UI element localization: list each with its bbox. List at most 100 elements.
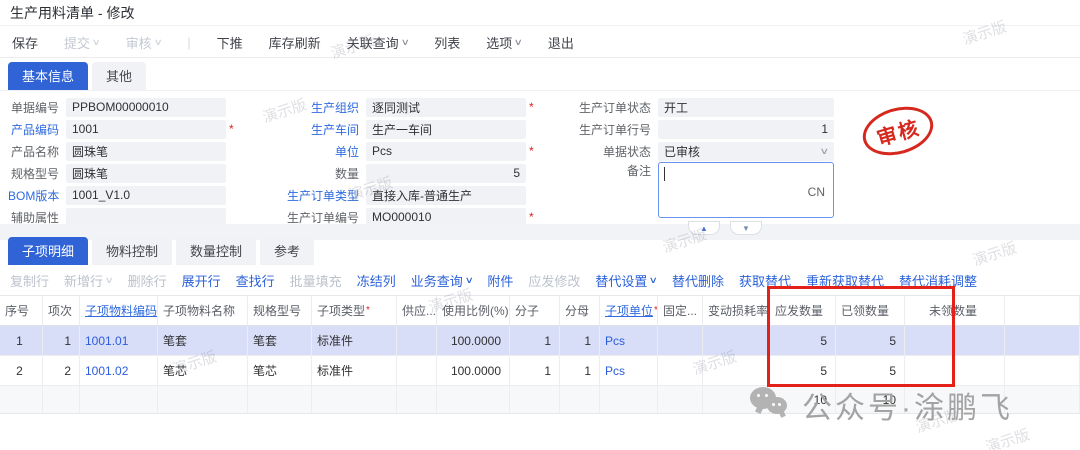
detail-toolbar-item-10[interactable]: 替代设置∨ [595,271,657,290]
grid-header-cell-15[interactable]: 未领数量 [905,296,1005,325]
field-label: 辅助属性 [8,209,66,226]
grid-header-cell-13[interactable]: 应发数量 [770,296,836,325]
field-input-1-2[interactable]: Pcs [366,142,526,161]
toolbar-item-7[interactable]: 列表 [434,33,460,52]
field-input-0-0[interactable]: PPBOM00000010 [66,98,226,117]
field-input-2-3[interactable]: CN [658,162,834,218]
table-cell-0-5: 标准件 [312,326,397,355]
app-window: 生产用料清单 - 修改 保存提交∨审核∨|下推库存刷新关联查询∨列表选项∨退出 … [0,0,1080,450]
table-cell-1-2[interactable]: 1001.02 [80,356,158,385]
grid-header-cell-8[interactable]: 分子 [510,296,560,325]
table-cell-1-4: 笔芯 [248,356,312,385]
form-row-1-2: 单位Pcs* [248,140,534,162]
field-input-1-0[interactable]: 逐同测试 [366,98,526,117]
totals-cell-2 [80,386,158,413]
grid-header-cell-6[interactable]: 供应... [397,296,437,325]
field-input-1-1[interactable]: 生产一车间 [366,120,526,139]
field-value: 1 [821,122,828,136]
detail-toolbar-item-7[interactable]: 业务查询∨ [411,271,473,290]
detail-toolbar-item-11[interactable]: 替代删除 [672,271,724,290]
detail-toolbar-item-2[interactable]: 删除行 [128,271,167,290]
grid-header-cell-10[interactable]: 子项单位* [600,296,658,325]
toolbar-item-0[interactable]: 保存 [12,33,38,52]
grid-header-cell-9[interactable]: 分母 [560,296,600,325]
toolbar-item-5[interactable]: 库存刷新 [269,33,321,52]
grid-header-cell-12[interactable]: 变动损耗率... [703,296,770,325]
detail-toolbar-item-5[interactable]: 批量填充 [290,271,342,290]
tab-detail-3[interactable]: 参考 [260,237,314,265]
grid-header-row: 序号项次子项物料编码*子项物料名称规格型号子项类型* 供应...使用比例(%)分子… [0,295,1080,326]
toolbar-label: 保存 [12,33,38,52]
grid-header-cell-0[interactable]: 序号 [0,296,43,325]
collapse-down-button[interactable]: ▼ [730,221,762,235]
column-header-label: 子项单位 [605,302,653,319]
grid-header-cell-16[interactable] [1005,296,1080,325]
toolbar-item-9[interactable]: 退出 [548,33,574,52]
field-input-1-3[interactable]: 5 [366,164,526,183]
grid-header-cell-7[interactable]: 使用比例(%) [437,296,510,325]
field-label: 单据编号 [8,99,66,116]
detail-toolbar-item-0[interactable]: 复制行 [10,271,49,290]
field-label: 单位 [248,143,366,160]
grid-header-cell-2[interactable]: 子项物料编码* [80,296,158,325]
tab-detail-2[interactable]: 数量控制 [176,237,256,265]
column-header-label: 已领数量 [841,302,889,319]
table-row-1[interactable]: 221001.02笔芯笔芯标准件100.000011Pcs55 [0,356,1080,386]
detail-toolbar-item-6[interactable]: 冻结列 [357,271,396,290]
tab-detail-0[interactable]: 子项明细 [8,237,88,265]
toolbar-item-8[interactable]: 选项∨ [486,33,522,52]
table-cell-0-13: 5 [770,326,836,355]
field-input-0-2[interactable]: 圆珠笔 [66,142,226,161]
form-row-1-3: 数量5 [248,162,534,184]
toolbar-divider: | [187,35,190,50]
field-input-1-4[interactable]: 直接入库-普通生产 [366,186,526,205]
table-cell-1-10[interactable]: Pcs [600,356,658,385]
toolbar-item-6[interactable]: 关联查询∨ [347,33,409,52]
grid-header-cell-11[interactable]: 固定... [658,296,703,325]
collapse-up-button[interactable]: ▲ [688,221,720,235]
table-cell-0-8: 1 [510,326,560,355]
detail-toolbar-item-1[interactable]: 新增行∨ [64,271,113,290]
field-input-2-0[interactable]: 开工 [658,98,834,117]
table-cell-0-9: 1 [560,326,600,355]
table-row-0[interactable]: 111001.01笔套笔套标准件100.000011Pcs55 [0,326,1080,356]
field-input-0-4[interactable]: 1001_V1.0 [66,186,226,205]
table-cell-0-15 [905,326,1005,355]
toolbar-item-4[interactable]: 下推 [217,33,243,52]
table-cell-0-10[interactable]: Pcs [600,326,658,355]
toolbar-label: 下推 [217,33,243,52]
column-header-label: 供应... [402,302,436,319]
toolbar-item-2[interactable]: 审核∨ [126,33,162,52]
tab-main-0[interactable]: 基本信息 [8,62,88,90]
detail-toolbar-item-9[interactable]: 应发修改 [528,271,580,290]
tab-detail-1[interactable]: 物料控制 [92,237,172,265]
field-input-0-1[interactable]: 1001 [66,120,226,139]
table-cell-1-5: 标准件 [312,356,397,385]
totals-cell-6 [397,386,437,413]
toolbar-item-1[interactable]: 提交∨ [64,33,100,52]
table-totals-row: 1010 [0,386,1080,414]
table-cell-0-2[interactable]: 1001.01 [80,326,158,355]
field-value: Pcs [372,144,392,158]
detail-toolbar-item-8[interactable]: 附件 [487,271,513,290]
totals-cell-11 [658,386,703,413]
field-input-0-3[interactable]: 圆珠笔 [66,164,226,183]
grid-header-cell-14[interactable]: 已领数量 [836,296,905,325]
grid-header-cell-3[interactable]: 子项物料名称 [158,296,248,325]
detail-toolbar-label: 替代设置 [595,271,647,290]
main-tabstrip: 基本信息其他 [0,62,1080,91]
grid-header-cell-1[interactable]: 项次 [43,296,80,325]
detail-toolbar-item-14[interactable]: 替代消耗调整 [899,271,977,290]
detail-toolbar-item-13[interactable]: 重新获取替代 [806,271,884,290]
form-row-0-0: 单据编号PPBOM00000010 [8,96,234,118]
detail-toolbar-item-4[interactable]: 查找行 [236,271,275,290]
detail-toolbar-item-12[interactable]: 获取替代 [739,271,791,290]
grid-header-cell-5[interactable]: 子项类型* [312,296,397,325]
tab-main-1[interactable]: 其他 [92,62,146,90]
field-input-2-2[interactable]: 已审核∨ [658,142,834,161]
detail-toolbar-item-3[interactable]: 展开行 [182,271,221,290]
grid-header-cell-4[interactable]: 规格型号 [248,296,312,325]
totals-cell-8 [510,386,560,413]
column-header-label: 规格型号 [253,302,301,319]
field-input-2-1[interactable]: 1 [658,120,834,139]
